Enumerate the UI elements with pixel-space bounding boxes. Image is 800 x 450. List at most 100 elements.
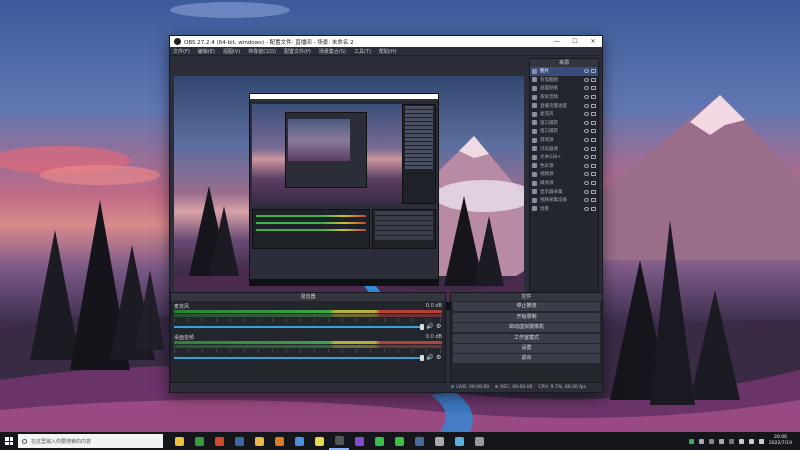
source-item[interactable]: 窗口捕获 [530, 119, 598, 128]
source-item[interactable]: 显示器采集 [530, 187, 598, 196]
source-item[interactable]: 视频采集设备 [530, 196, 598, 205]
stop-streaming-button[interactable]: 停止推流 [453, 302, 600, 312]
volume-icon[interactable] [748, 438, 754, 444]
speaker-icon[interactable]: 🔊 [426, 355, 433, 361]
volume-slider[interactable] [174, 355, 424, 361]
exit-button[interactable]: 退出 [453, 354, 600, 364]
lock-icon[interactable] [591, 112, 596, 117]
speaker-icon[interactable]: 🔊 [426, 324, 433, 330]
taskbar-app[interactable] [449, 432, 469, 450]
source-item[interactable]: 窗口捕获 [530, 127, 598, 136]
lock-icon[interactable] [591, 181, 596, 186]
gear-icon[interactable]: ⚙ [436, 355, 442, 361]
menu-view[interactable]: 视图(V) [223, 48, 240, 55]
source-item[interactable]: 画面贴纸 [530, 84, 598, 93]
taskbar-app[interactable] [309, 432, 329, 450]
lock-icon[interactable] [591, 86, 596, 91]
lock-icon[interactable] [591, 103, 596, 108]
start-button[interactable] [0, 432, 18, 450]
eye-icon[interactable] [584, 146, 589, 151]
start-recording-button[interactable]: 开始录制 [453, 312, 600, 322]
lock-icon[interactable] [591, 206, 596, 211]
lock-icon[interactable] [591, 155, 596, 160]
source-item[interactable]: 图片 [530, 67, 598, 76]
start-virtual-camera-button[interactable]: 启动虚拟摄像机 [453, 323, 600, 333]
eye-icon[interactable] [584, 181, 589, 186]
taskbar-app[interactable] [349, 432, 369, 450]
minimize-icon[interactable]: — [548, 38, 566, 45]
obs-window[interactable]: OBS 27.2.4 (64-bit, windows) - 配置文件: 直播间… [169, 35, 603, 393]
taskbar-app[interactable] [249, 432, 269, 450]
lock-icon[interactable] [591, 172, 596, 177]
taskbar-app[interactable] [469, 432, 489, 450]
source-item[interactable]: 系统音频 [530, 93, 598, 102]
source-item[interactable]: 视频源 [530, 170, 598, 179]
menu-tools[interactable]: 工具(T) [354, 48, 371, 55]
eye-icon[interactable] [584, 112, 589, 117]
eye-icon[interactable] [584, 69, 589, 74]
network-icon[interactable] [738, 438, 744, 444]
eye-icon[interactable] [584, 120, 589, 125]
tray-green-icon[interactable] [688, 438, 694, 444]
lock-icon[interactable] [591, 138, 596, 143]
taskbar-app[interactable] [289, 432, 309, 450]
eye-icon[interactable] [584, 95, 589, 100]
source-item[interactable]: 色彩源 [530, 162, 598, 171]
taskbar-app[interactable] [189, 432, 209, 450]
source-item[interactable]: 麦克风 [530, 110, 598, 119]
title-bar[interactable]: OBS 27.2.4 (64-bit, windows) - 配置文件: 直播间… [170, 36, 602, 47]
tray-icon[interactable] [718, 438, 724, 444]
taskbar-app[interactable] [429, 432, 449, 450]
taskbar-app[interactable] [369, 432, 389, 450]
source-item[interactable]: 有电脑图 [530, 76, 598, 85]
settings-button[interactable]: 设置 [453, 343, 600, 353]
preview-canvas[interactable] [174, 76, 524, 310]
lock-icon[interactable] [591, 120, 596, 125]
tray-icon[interactable] [728, 438, 734, 444]
source-item[interactable]: 浏览器源 [530, 144, 598, 153]
source-item[interactable]: 直播流量进度 [530, 101, 598, 110]
taskbar-app[interactable] [169, 432, 189, 450]
lock-icon[interactable] [591, 129, 596, 134]
eye-icon[interactable] [584, 198, 589, 203]
menu-profile[interactable]: 配置文件(P) [284, 48, 311, 55]
lock-icon[interactable] [591, 146, 596, 151]
slider-handle[interactable] [420, 355, 424, 361]
taskbar-app[interactable] [409, 432, 429, 450]
menu-edit[interactable]: 编辑(E) [198, 48, 215, 55]
close-icon[interactable]: ✕ [584, 38, 602, 45]
source-item[interactable]: 媒体源 [530, 179, 598, 188]
eye-icon[interactable] [584, 86, 589, 91]
slider-handle[interactable] [420, 324, 424, 330]
taskbar-app[interactable] [209, 432, 229, 450]
lock-icon[interactable] [591, 189, 596, 194]
lock-icon[interactable] [591, 77, 596, 82]
menu-file[interactable]: 文件(F) [173, 48, 190, 55]
volume-slider[interactable] [174, 324, 424, 330]
clock[interactable]: 20:06 2022/7/19 [769, 435, 792, 447]
eye-icon[interactable] [584, 138, 589, 143]
eye-icon[interactable] [584, 206, 589, 211]
lock-icon[interactable] [591, 69, 596, 74]
source-item[interactable]: 场景 [530, 205, 598, 214]
tray-icon[interactable] [698, 438, 704, 444]
maximize-icon[interactable]: ☐ [566, 38, 584, 45]
lock-icon[interactable] [591, 95, 596, 100]
gear-icon[interactable]: ⚙ [436, 324, 442, 330]
lock-icon[interactable] [591, 163, 596, 168]
source-item[interactable]: 游戏源 [530, 136, 598, 145]
eye-icon[interactable] [584, 129, 589, 134]
taskbar-app[interactable] [389, 432, 409, 450]
eye-icon[interactable] [584, 155, 589, 160]
menu-docks[interactable]: 停靠窗口(D) [248, 48, 276, 55]
eye-icon[interactable] [584, 163, 589, 168]
taskbar-app[interactable] [229, 432, 249, 450]
studio-mode-button[interactable]: 工作室模式 [453, 333, 600, 343]
taskbar-search[interactable]: 在这里输入你要搜索的内容 [18, 434, 163, 448]
tray-icon[interactable] [708, 438, 714, 444]
menu-help[interactable]: 帮助(H) [379, 48, 397, 55]
ime-icon[interactable] [758, 438, 764, 444]
eye-icon[interactable] [584, 172, 589, 177]
menu-scene-collection[interactable]: 场景集合(S) [319, 48, 346, 55]
eye-icon[interactable] [584, 189, 589, 194]
